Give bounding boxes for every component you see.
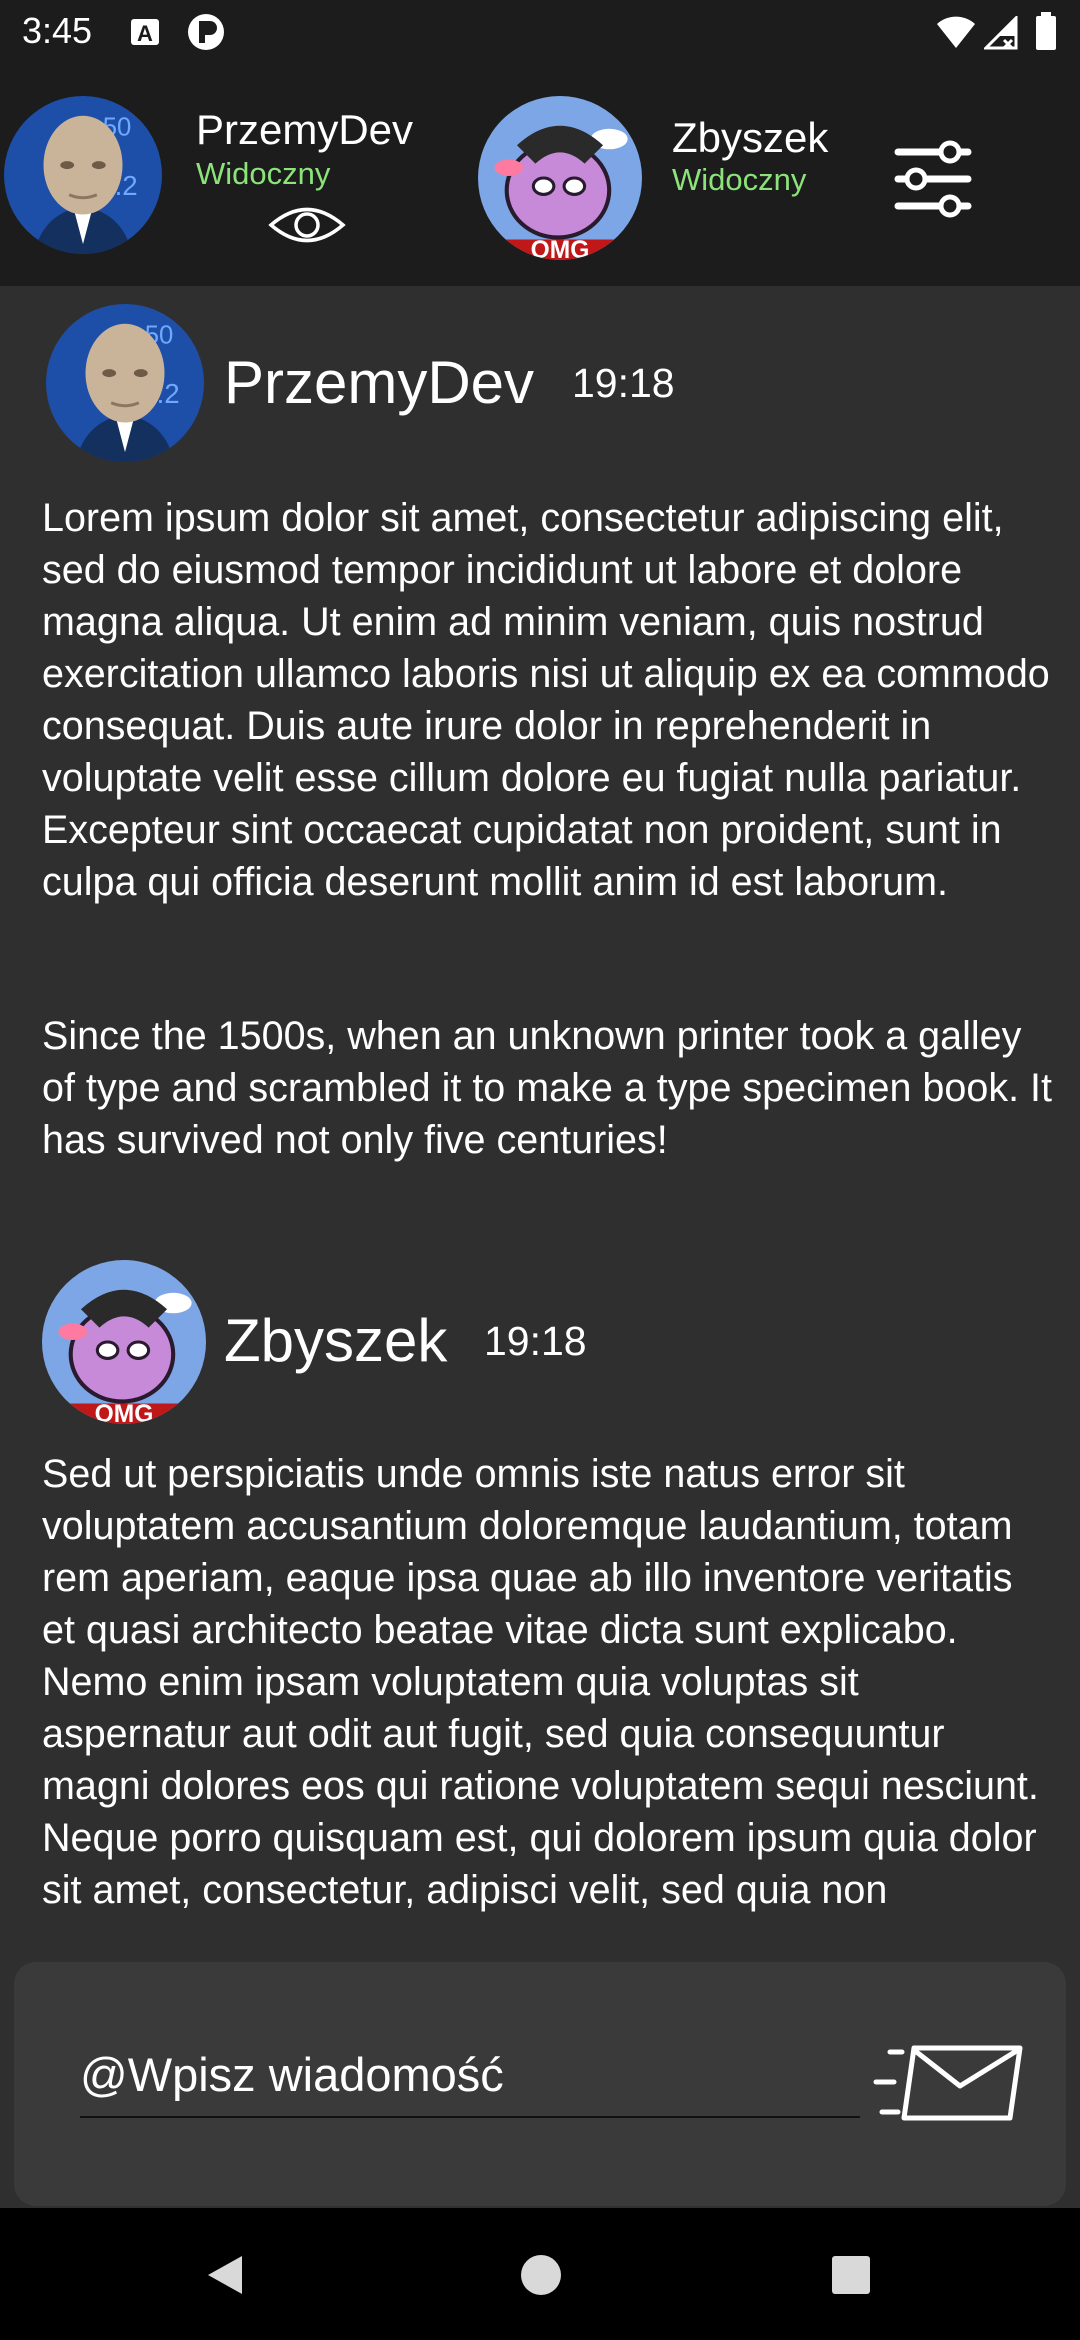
app-status-icon (188, 14, 224, 50)
message-author: Zbyszek (224, 1307, 448, 1374)
message-author: PrzemyDev (224, 349, 535, 416)
contact-name-zbyszek: Zbyszek (672, 114, 829, 161)
back-icon[interactable] (202, 2252, 248, 2298)
message-input[interactable]: @Wpisz wiadomość (80, 2034, 860, 2118)
eye-icon[interactable] (268, 202, 346, 248)
message-text: Lorem ipsum dolor sit amet, consectetur … (42, 496, 1050, 904)
send-mail-icon[interactable] (872, 2040, 1032, 2130)
contact-avatar-zbyszek[interactable]: OMG (478, 96, 642, 260)
notification-a-icon: A (131, 19, 159, 46)
purple-monster-avatar: OMG (42, 1260, 206, 1424)
svg-text:A: A (137, 21, 153, 46)
recents-icon[interactable] (828, 2252, 874, 2298)
contact-avatar-przemydev[interactable]: 50 .2 (4, 96, 162, 254)
status-time: 3:45 (22, 10, 93, 51)
message-list[interactable]: 50 .2 PrzemyDev 19:18 Lorem ipsum dolor … (0, 286, 1080, 1960)
sliders-icon[interactable] (892, 138, 974, 220)
message-avatar[interactable]: OMG (42, 1260, 206, 1424)
home-icon[interactable] (518, 2252, 564, 2298)
chat-screen: 3:45 A 50 .2 PrzemyDev Widoczny OMG Zbys… (0, 0, 1080, 2340)
signal-icon (984, 16, 1018, 50)
svg-text:OMG: OMG (531, 237, 590, 260)
message-composer: @Wpisz wiadomość (14, 1962, 1066, 2206)
meme-man-avatar: 50 .2 (4, 96, 162, 254)
chat-header: 50 .2 PrzemyDev Widoczny OMG Zbyszek Wid… (0, 72, 1080, 286)
message-time: 19:18 (572, 360, 675, 406)
contact-status-zbyszek: Widoczny (672, 162, 807, 197)
message-text: Sed ut perspiciatis unde omnis iste natu… (42, 1452, 1039, 1912)
contact-name-przemydev: PrzemyDev (196, 106, 414, 153)
contact-status-przemydev: Widoczny (196, 156, 331, 191)
status-bar: 3:45 A (0, 0, 1080, 72)
battery-icon (1036, 12, 1056, 50)
wifi-icon (937, 16, 975, 48)
svg-text:OMG: OMG (95, 1401, 154, 1424)
meme-man-avatar: 50 .2 (46, 304, 204, 462)
message-time: 19:18 (484, 1318, 587, 1364)
message-avatar[interactable]: 50 .2 (46, 304, 204, 462)
system-nav-bar (0, 2208, 1080, 2340)
purple-monster-avatar: OMG (478, 96, 642, 260)
message-text: Since the 1500s, when an unknown printer… (42, 1014, 1052, 1162)
